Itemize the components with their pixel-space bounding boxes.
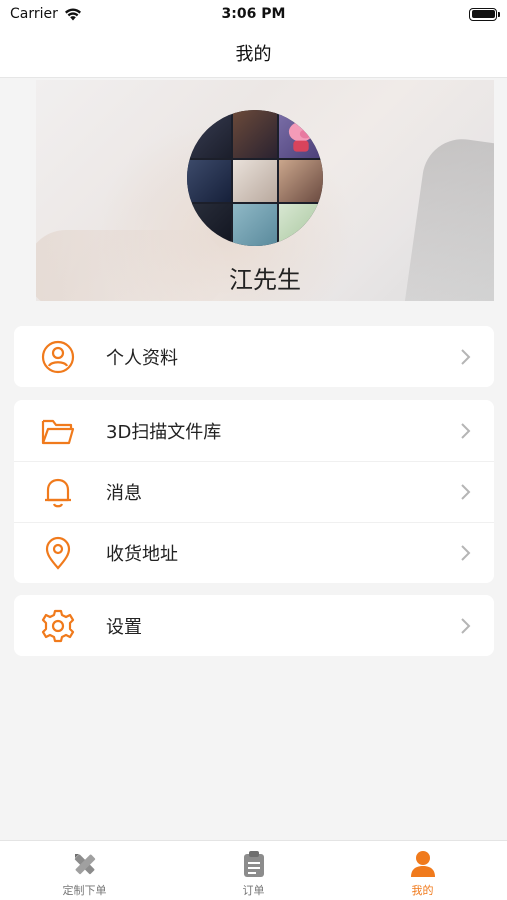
chevron-right-icon — [461, 422, 471, 439]
avatar[interactable] — [187, 110, 323, 246]
chevron-right-icon — [461, 484, 471, 500]
tab-orders[interactable]: 订单 — [169, 841, 338, 900]
menu-item-3d-scan-library[interactable]: 3D扫描文件库 — [14, 400, 494, 461]
menu-item-label: 设置 — [106, 616, 142, 638]
tab-bar: 定制下单 订单 我的 — [0, 840, 507, 900]
menu-item-messages[interactable]: 消息 — [14, 461, 494, 522]
tab-label: 定制下单 — [62, 884, 107, 897]
menu-card-services: 3D扫描文件库 消息 收货地址 — [14, 400, 494, 583]
menu-card-settings: 设置 — [14, 595, 494, 656]
location-pin-icon — [40, 535, 76, 571]
profile-banner: 江先生 — [36, 80, 494, 301]
status-left: Carrier — [10, 6, 82, 22]
chevron-right-icon — [461, 545, 471, 561]
menu-card-profile: 个人资料 — [14, 326, 494, 387]
nav-bar: 我的 — [0, 28, 507, 78]
menu-item-personal-info[interactable]: 个人资料 — [14, 326, 494, 387]
status-bar: Carrier 3:06 PM — [0, 0, 507, 28]
chevron-right-icon — [461, 617, 471, 634]
chevron-right-icon — [461, 348, 471, 365]
tab-label: 订单 — [242, 884, 265, 897]
menu-item-shipping-address[interactable]: 收货地址 — [14, 522, 494, 583]
menu-item-label: 3D扫描文件库 — [106, 421, 222, 443]
gear-icon — [40, 608, 76, 644]
tab-mine[interactable]: 我的 — [338, 841, 507, 900]
wifi-icon — [64, 7, 81, 20]
clipboard-icon — [239, 849, 269, 879]
menu-item-label: 个人资料 — [106, 347, 178, 369]
menu-item-label: 收货地址 — [106, 544, 178, 565]
user-circle-icon — [40, 339, 76, 375]
carrier-label: Carrier — [10, 6, 58, 22]
menu-item-settings[interactable]: 设置 — [14, 595, 494, 656]
tab-label: 我的 — [411, 884, 434, 897]
page-title: 我的 — [235, 43, 272, 65]
pencil-ruler-icon — [70, 849, 100, 879]
battery-icon — [469, 7, 500, 21]
tab-custom-order[interactable]: 定制下单 — [0, 841, 169, 900]
person-icon — [408, 849, 438, 879]
folder-icon — [40, 413, 76, 449]
username: 江先生 — [229, 266, 301, 294]
bell-icon — [40, 474, 76, 510]
menu-item-label: 消息 — [106, 483, 142, 504]
